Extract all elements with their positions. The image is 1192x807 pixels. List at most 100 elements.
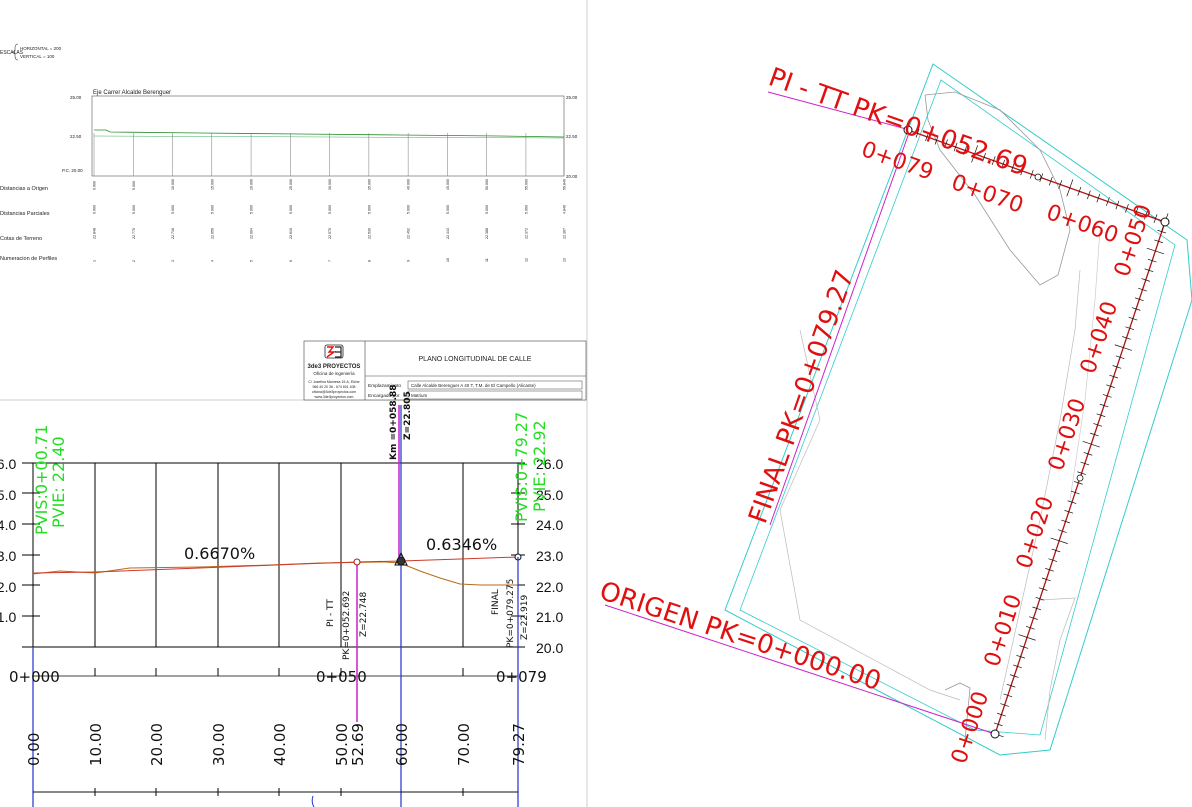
mini-row-value: 22.656 [210,228,214,239]
mini-row-value: 40.000 [407,179,411,190]
mini-station-lines [93,133,565,176]
y-label-left-24: 24.0 [0,517,16,533]
mini-row-value: 5.000 [446,205,450,214]
company-email: oficina@3de3proyectos.com [312,390,356,394]
plan-vertex-marker [1160,217,1170,227]
slope-left-label: 0.6670% [184,544,255,563]
mini-ytick-20-right: 20.00 [566,174,578,179]
y-label-right-21: 21.0 [536,609,563,625]
mini-row-value: 22.848 [93,228,97,239]
mini-row-values: 0.0000.00022.84815.0005.00022.770210.000… [93,179,567,262]
y-label-left-26: 26.0 [0,456,16,472]
mini-row-value: 15.000 [210,179,214,190]
station-50: 0+050 [316,668,367,686]
mini-row-value: 10 [446,258,450,262]
company-phone: 966 40 20 36 - 674 601 408 [312,385,355,389]
distance-label: 0.00 [25,733,43,766]
mini-row-value: 5.000 [407,205,411,214]
mini-row-value: 22.372 [524,228,528,239]
mini-row-value: 8 [367,260,371,262]
location-value: Calle Alcalde Berenguer A 40 T, T.M. de … [411,383,536,388]
final-name-label: FINAL [491,589,501,615]
pi-name-label: PI - TT [326,599,336,627]
mini-row-value: 7 [328,260,332,262]
z-label: Z=22.805 [403,391,413,440]
mini-profile: Eje Carrer Alcalde Berenguer 25.00 22.50… [0,90,578,262]
mini-row-value: 22.492 [407,228,411,239]
mini-row-value: 5.000 [328,205,332,214]
station-79: 0+079 [496,668,547,686]
plan-final-label: FINAL PK=0+079.27 [743,266,860,527]
distance-labels: 0.00 10.00 20.00 30.00 40.00 50.0052.69 60.00 7… [25,723,528,766]
profile-grid [32,463,519,647]
longitudinal-profile: 26.0 25.0 24.0 23.0 22.0 21.0 26.0 25.0 … [0,384,563,807]
mini-row-value: 22.530 [367,228,371,239]
chainage-40: 0+040 [1076,298,1123,377]
y-label-right-24: 24.0 [536,517,563,533]
distance-label: 60.00 [393,723,411,766]
mini-row-value: 4.846 [563,205,567,214]
pvis-right-label: PVIS:0+79.27 [512,412,531,522]
mini-row-value: 5.000 [367,205,371,214]
y-label-left-22: 22.0 [0,579,16,595]
distance-label: 79.27 [510,723,528,766]
mini-row-value: 55.000 [524,179,528,190]
pi-pk-label: PK=0+052.692 [342,591,352,660]
y-label-right-22: 22.0 [536,579,563,595]
mini-ytick-25: 25.00 [70,95,82,100]
slope-right-label: 0.6346% [426,535,497,554]
mini-row-value: 22.570 [328,228,332,239]
mini-ytick-225: 22.50 [70,134,82,139]
mini-row-value: 22.770 [132,228,136,239]
mini-row-value: 35.000 [367,179,371,190]
mini-row-value: 13 [563,258,567,262]
mini-row-value: 22.716 [171,228,175,239]
chainage-0: 0+000 [947,688,994,767]
pvie-right-label: PVIE: 22.92 [530,420,549,512]
mini-row-value: 22.604 [250,228,254,239]
plan-origin-label: ORIGEN PK=0+000.00 [596,576,885,697]
mini-row-value: 5.000 [132,181,136,190]
mini-row-value: 4 [210,260,214,262]
mini-row-value: 5.000 [132,205,136,214]
scales-note: ESCALAS HORIZONTAL = 200 VERTICAL = 100 [0,43,62,61]
mini-row-value: 5.000 [210,205,214,214]
mini-row-value: 0.000 [93,205,97,214]
company-web: www.3de3proyectos.com [315,395,354,399]
mini-row-value: 6 [289,260,293,262]
mini-profile-title: Eje Carrer Alcalde Berenguer [93,90,171,96]
plan-view: PI - TT PK=0+052.69 FINAL PK=0+079.27 OR… [596,62,1192,767]
mini-row-value: 10.000 [171,179,175,190]
distance-label: 20.00 [148,723,166,766]
mini-row-value: 22.443 [446,228,450,239]
mini-row-value: 5.000 [485,205,489,214]
distance-label: 40.00 [271,723,289,766]
mini-row-value: 22.367 [563,228,567,239]
plan-title: PLANO LONGITUDINAL DE CALLE [419,356,532,363]
scale-horizontal: HORIZONTAL = 200 [20,46,62,51]
mini-row-value: 22.388 [485,228,489,239]
vertex-marker [396,556,406,566]
y-label-left-23: 23.0 [0,548,16,564]
mini-row-value: 59.846 [563,179,567,190]
pi-z-label: Z=22.748 [359,592,369,637]
y-label-left-25: 25.0 [0,487,16,503]
company-subtitle: Oficina de ingeniería [313,371,355,376]
plan-origin-marker [990,729,1000,739]
title-block: 3de3 PROYECTOS Oficina de ingeniería C/ … [303,340,587,401]
mini-row-value: 20.000 [250,179,254,190]
y-label-left-21: 21.0 [0,609,16,625]
mini-row-value: 30.000 [328,179,332,190]
km-label: Km =0+058.88 [389,384,399,460]
distance-label: 70.00 [455,723,473,766]
company-name: 3de3 PROYECTOS [308,364,361,370]
company-address: C/ Josefina Manresa 19-A, Elche [308,380,359,384]
mini-row-value: 45.000 [446,179,450,190]
mini-row-value: 5.000 [524,205,528,214]
scale-vertical: VERTICAL = 100 [20,54,55,59]
mini-row-value: 5.000 [171,205,175,214]
distance-label: 52.69 [349,723,367,766]
station-0: 0+000 [9,668,60,686]
mini-row-value: 2 [132,260,136,262]
mini-row-value: 9 [407,260,411,262]
